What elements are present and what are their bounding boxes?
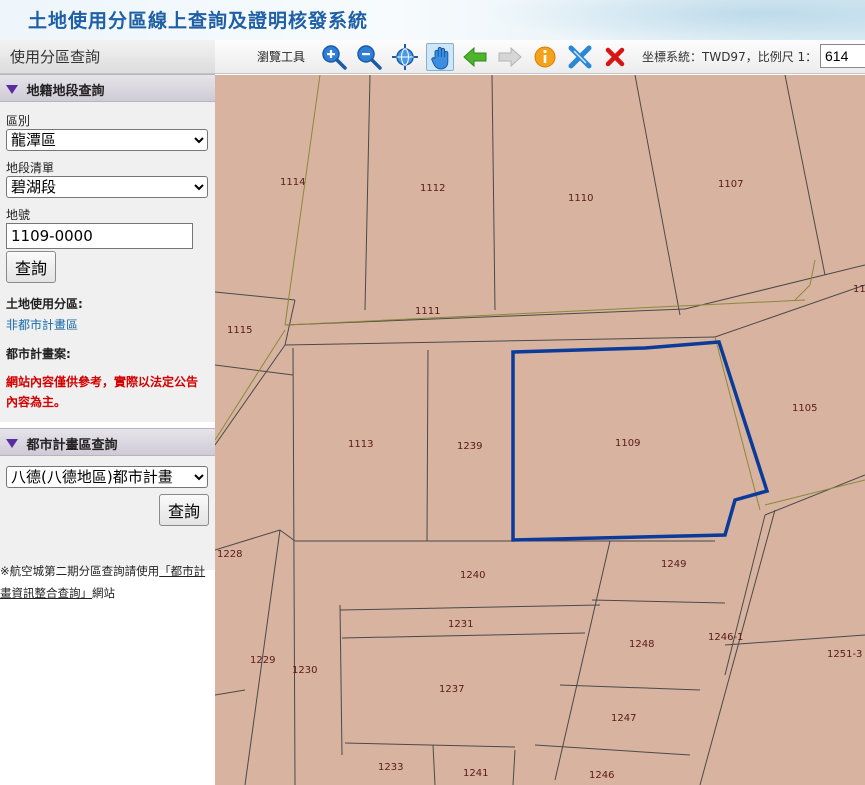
parcel-label-1112: 1112 xyxy=(420,183,445,194)
parcel-label-1113: 1113 xyxy=(348,439,373,450)
pan-hand-icon[interactable] xyxy=(426,43,454,71)
district-select[interactable]: 龍潭區 xyxy=(6,129,208,151)
land-query-panel: 地籍地段查詢 區別 龍潭區 地段清單 碧湖段 地號 查詢 土地使用分區: 非都市… xyxy=(0,74,215,422)
section-select[interactable]: 碧湖段 xyxy=(6,176,208,198)
parcel-label-1237: 1237 xyxy=(439,684,464,695)
parcel-label-1111: 1111 xyxy=(415,306,440,317)
land-query-heading: 地籍地段查詢 xyxy=(26,84,105,99)
note-suffix: 網站 xyxy=(92,586,115,600)
section-label: 地段清單 xyxy=(6,161,55,175)
lot-label: 地號 xyxy=(6,208,31,222)
plan-query-panel: 都市計畫區查詢 八德(八德地區)都市計畫 查詢 xyxy=(0,428,215,570)
parcel-label-1110: 1110 xyxy=(568,193,593,204)
zone-value: 非都市計畫區 xyxy=(6,318,79,332)
browse-tools-label: 瀏覽工具 xyxy=(257,50,306,64)
parcel-label-1233: 1233 xyxy=(378,762,403,773)
back-arrow-icon[interactable] xyxy=(461,43,489,71)
map-toolbar: 瀏覽工具 坐標系統：TWD97，比例尺 1： xyxy=(215,40,865,74)
full-extent-icon[interactable] xyxy=(391,43,419,71)
parcel-label-1114: 1114 xyxy=(280,177,305,188)
parcel-label-1115: 1115 xyxy=(227,325,252,336)
parcel-label-1249: 1249 xyxy=(661,559,686,570)
coordinate-system-label: 坐標系統：TWD97，比例尺 1： xyxy=(642,50,818,64)
district-label: 區別 xyxy=(6,114,31,128)
parcel-label-1105: 1105 xyxy=(792,403,817,414)
clear-icon[interactable] xyxy=(601,43,629,71)
lot-number-input[interactable] xyxy=(6,223,193,249)
app-title: 土地使用分區線上查詢及證明核發系統 xyxy=(28,10,369,32)
parcel-label-1247: 1247 xyxy=(611,713,636,724)
parcel-label-1107: 1107 xyxy=(718,179,743,190)
cadastral-map[interactable]: 1114111211101107111111111511051113 1239 11… xyxy=(215,75,865,785)
parcel-label-1229: 1229 xyxy=(250,655,275,666)
plan-label: 都市計畫案: xyxy=(6,347,71,361)
parcel-label-1231: 1231 xyxy=(448,619,473,630)
zone-label: 土地使用分區: xyxy=(6,297,83,311)
map-background xyxy=(215,75,865,785)
note-prefix: ※航空城第二期分區查詢請使用 xyxy=(0,564,160,578)
parcel-label-1239: 1239 xyxy=(457,441,482,452)
plan-query-button[interactable]: 查詢 xyxy=(158,494,209,526)
parcel-label-1230: 1230 xyxy=(292,665,317,676)
map-canvas[interactable]: 1114 1112 1110 1107 11 1111 1115 1105 1113 1239 11… xyxy=(215,75,865,785)
parcel-label-1248: 1248 xyxy=(629,639,654,650)
disclaimer-text: 網站內容僅供參考，實際以法定公告內容為主。 xyxy=(6,375,199,409)
parcel-label-1109: 1109 xyxy=(615,438,640,449)
parcel-label-1228: 1228 xyxy=(217,549,242,560)
collapse-triangle-icon xyxy=(6,85,18,94)
parcel-label-1241: 1241 xyxy=(463,768,488,779)
header-decoration xyxy=(465,0,865,40)
measure-icon[interactable] xyxy=(566,43,594,71)
land-query-panel-header[interactable]: 地籍地段查詢 xyxy=(0,74,215,102)
info-icon[interactable] xyxy=(531,43,559,71)
plan-query-heading: 都市計畫區查詢 xyxy=(26,438,118,453)
forward-arrow-icon[interactable] xyxy=(496,43,524,71)
sidebar-title: 使用分區查詢 xyxy=(0,40,215,74)
zoom-in-icon[interactable] xyxy=(320,43,348,71)
app-header: 土地使用分區線上查詢及證明核發系統 xyxy=(0,0,865,40)
parcel-label-1251-3: 1251-3 xyxy=(827,649,862,660)
scale-input[interactable] xyxy=(820,44,865,68)
parcel-label-11: 11 xyxy=(853,284,865,295)
plan-query-panel-header[interactable]: 都市計畫區查詢 xyxy=(0,428,215,456)
land-query-button[interactable]: 查詢 xyxy=(6,251,57,283)
urban-plan-select[interactable]: 八德(八德地區)都市計畫 xyxy=(6,466,208,488)
parcel-label-1240: 1240 xyxy=(460,570,485,581)
collapse-triangle-icon xyxy=(6,439,18,448)
zoom-out-icon[interactable] xyxy=(355,43,383,71)
sidebar: 使用分區查詢 地籍地段查詢 區別 龍潭區 地段清單 碧湖段 地號 查詢 土地使用… xyxy=(0,40,215,785)
parcel-label-1246-1: 1246-1 xyxy=(708,632,743,643)
airport-city-note: ※航空城第二期分區查詢請使用「都市計畫資訊整合查詢」網站 xyxy=(0,560,215,604)
parcel-label-1246: 1246 xyxy=(589,770,614,781)
